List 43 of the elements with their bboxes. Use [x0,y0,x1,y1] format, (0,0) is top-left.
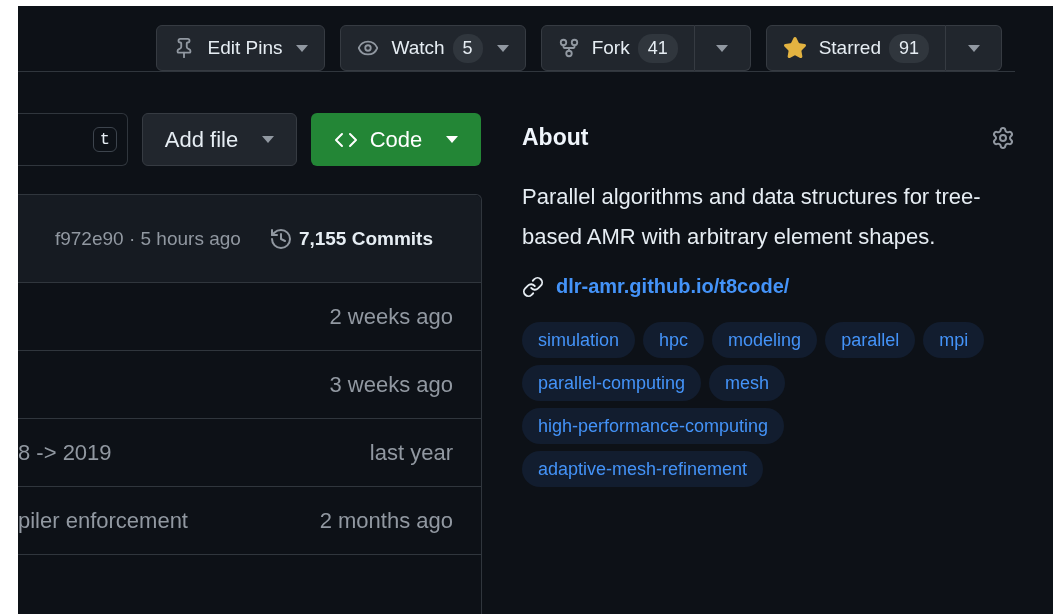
commit-time: 2 weeks ago [329,303,453,330]
commit-meta: f972e90 · 5 hours ago [54,227,241,250]
history-icon [268,226,293,251]
watch-button[interactable]: Watch 5 [340,25,526,71]
caret-icon [262,136,275,143]
star-button[interactable]: Starred 91 [765,25,946,71]
topic-tag[interactable]: high-performance-computing [522,408,785,444]
commit-message[interactable]: piler enforcement [18,507,188,534]
fork-icon [557,37,580,59]
dropdown-button[interactable] [694,25,751,71]
pin-button[interactable]: Edit Pins [156,25,326,71]
topic-tag[interactable]: parallel [825,322,916,358]
commits-link[interactable]: 7,155 Commits [268,226,433,251]
caret-icon [446,136,459,143]
about-title: About [522,124,589,151]
caret-icon [716,44,729,52]
commit-message[interactable]: 8 -> 2019 [18,439,112,466]
website-link[interactable]: dlr-amr.github.io/t8code/ [556,275,790,298]
caret-icon [496,44,509,52]
topic-tag[interactable]: simulation [522,322,636,358]
caret-icon [967,44,980,52]
count-badge: 5 [452,33,483,63]
count-badge: 41 [637,33,678,63]
topic-tag[interactable]: parallel-computing [522,365,702,401]
shortcut-key: t [92,127,117,152]
topic-tag[interactable]: mesh [709,365,786,401]
fork-button[interactable]: Fork 41 [540,25,695,71]
count-badge: 91 [888,33,929,63]
topic-tag[interactable]: mpi [923,322,985,358]
go-to-file-field[interactable]: t [18,113,128,166]
topic-tag[interactable]: modeling [712,322,818,358]
commit-time: 3 weeks ago [329,371,453,398]
repo-description: Parallel algorithms and data structures for tree-based AMR with arbitrary element shapes. [522,183,982,251]
topic-tag[interactable]: hpc [643,322,705,358]
settings-icon[interactable] [991,125,1015,150]
commit-time: last year [369,439,453,466]
dropdown-button[interactable] [946,25,1002,71]
code-button[interactable]: Code [311,113,481,166]
add-file-button[interactable]: Add file [142,113,297,166]
caret-icon [296,44,309,52]
topic-tag[interactable]: adaptive-mesh-refinement [522,451,764,487]
commit-time: 2 months ago [319,507,453,534]
link-icon [522,275,544,298]
